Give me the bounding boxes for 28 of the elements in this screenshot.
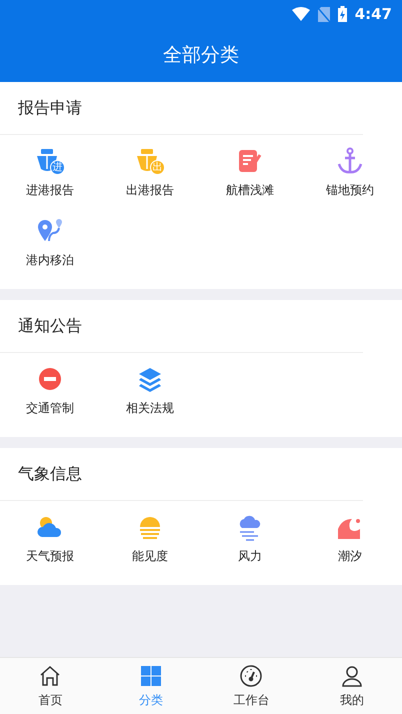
category-item[interactable]: 港内移泊: [0, 215, 100, 285]
category-item[interactable]: 交通管制: [0, 363, 100, 433]
battery-charging-icon: [338, 6, 347, 22]
person-icon: [340, 664, 364, 688]
category-item[interactable]: 相关法规: [100, 363, 200, 433]
no-sim-icon: [318, 6, 330, 22]
section-title: 通知公告: [18, 315, 82, 337]
tab[interactable]: 我的: [302, 658, 402, 714]
header-title: 全部分类: [163, 42, 239, 68]
category-item[interactable]: 能见度: [100, 511, 200, 581]
category-item[interactable]: 出 出港报告: [100, 145, 200, 215]
category-item[interactable]: 潮汐: [300, 511, 400, 581]
wifi-icon: [292, 7, 310, 21]
category-item[interactable]: 进 进港报告: [0, 145, 100, 215]
home-icon: [38, 664, 62, 688]
category-item[interactable]: 天气预报: [0, 511, 100, 581]
category-item[interactable]: 风力: [200, 511, 300, 581]
status-time: 4:47: [354, 4, 392, 25]
section-title: 气象信息: [18, 463, 82, 485]
badge: 进: [50, 160, 65, 175]
section-title: 报告申请: [18, 97, 82, 119]
category-item[interactable]: 锚地预约: [300, 145, 400, 215]
tab[interactable]: 首页: [0, 658, 100, 714]
category-item[interactable]: 航槽浅滩: [200, 145, 300, 215]
tab[interactable]: 工作台: [201, 658, 302, 714]
grid-icon: [138, 664, 163, 688]
gauge-icon: [239, 664, 264, 688]
badge: 出: [150, 160, 165, 175]
